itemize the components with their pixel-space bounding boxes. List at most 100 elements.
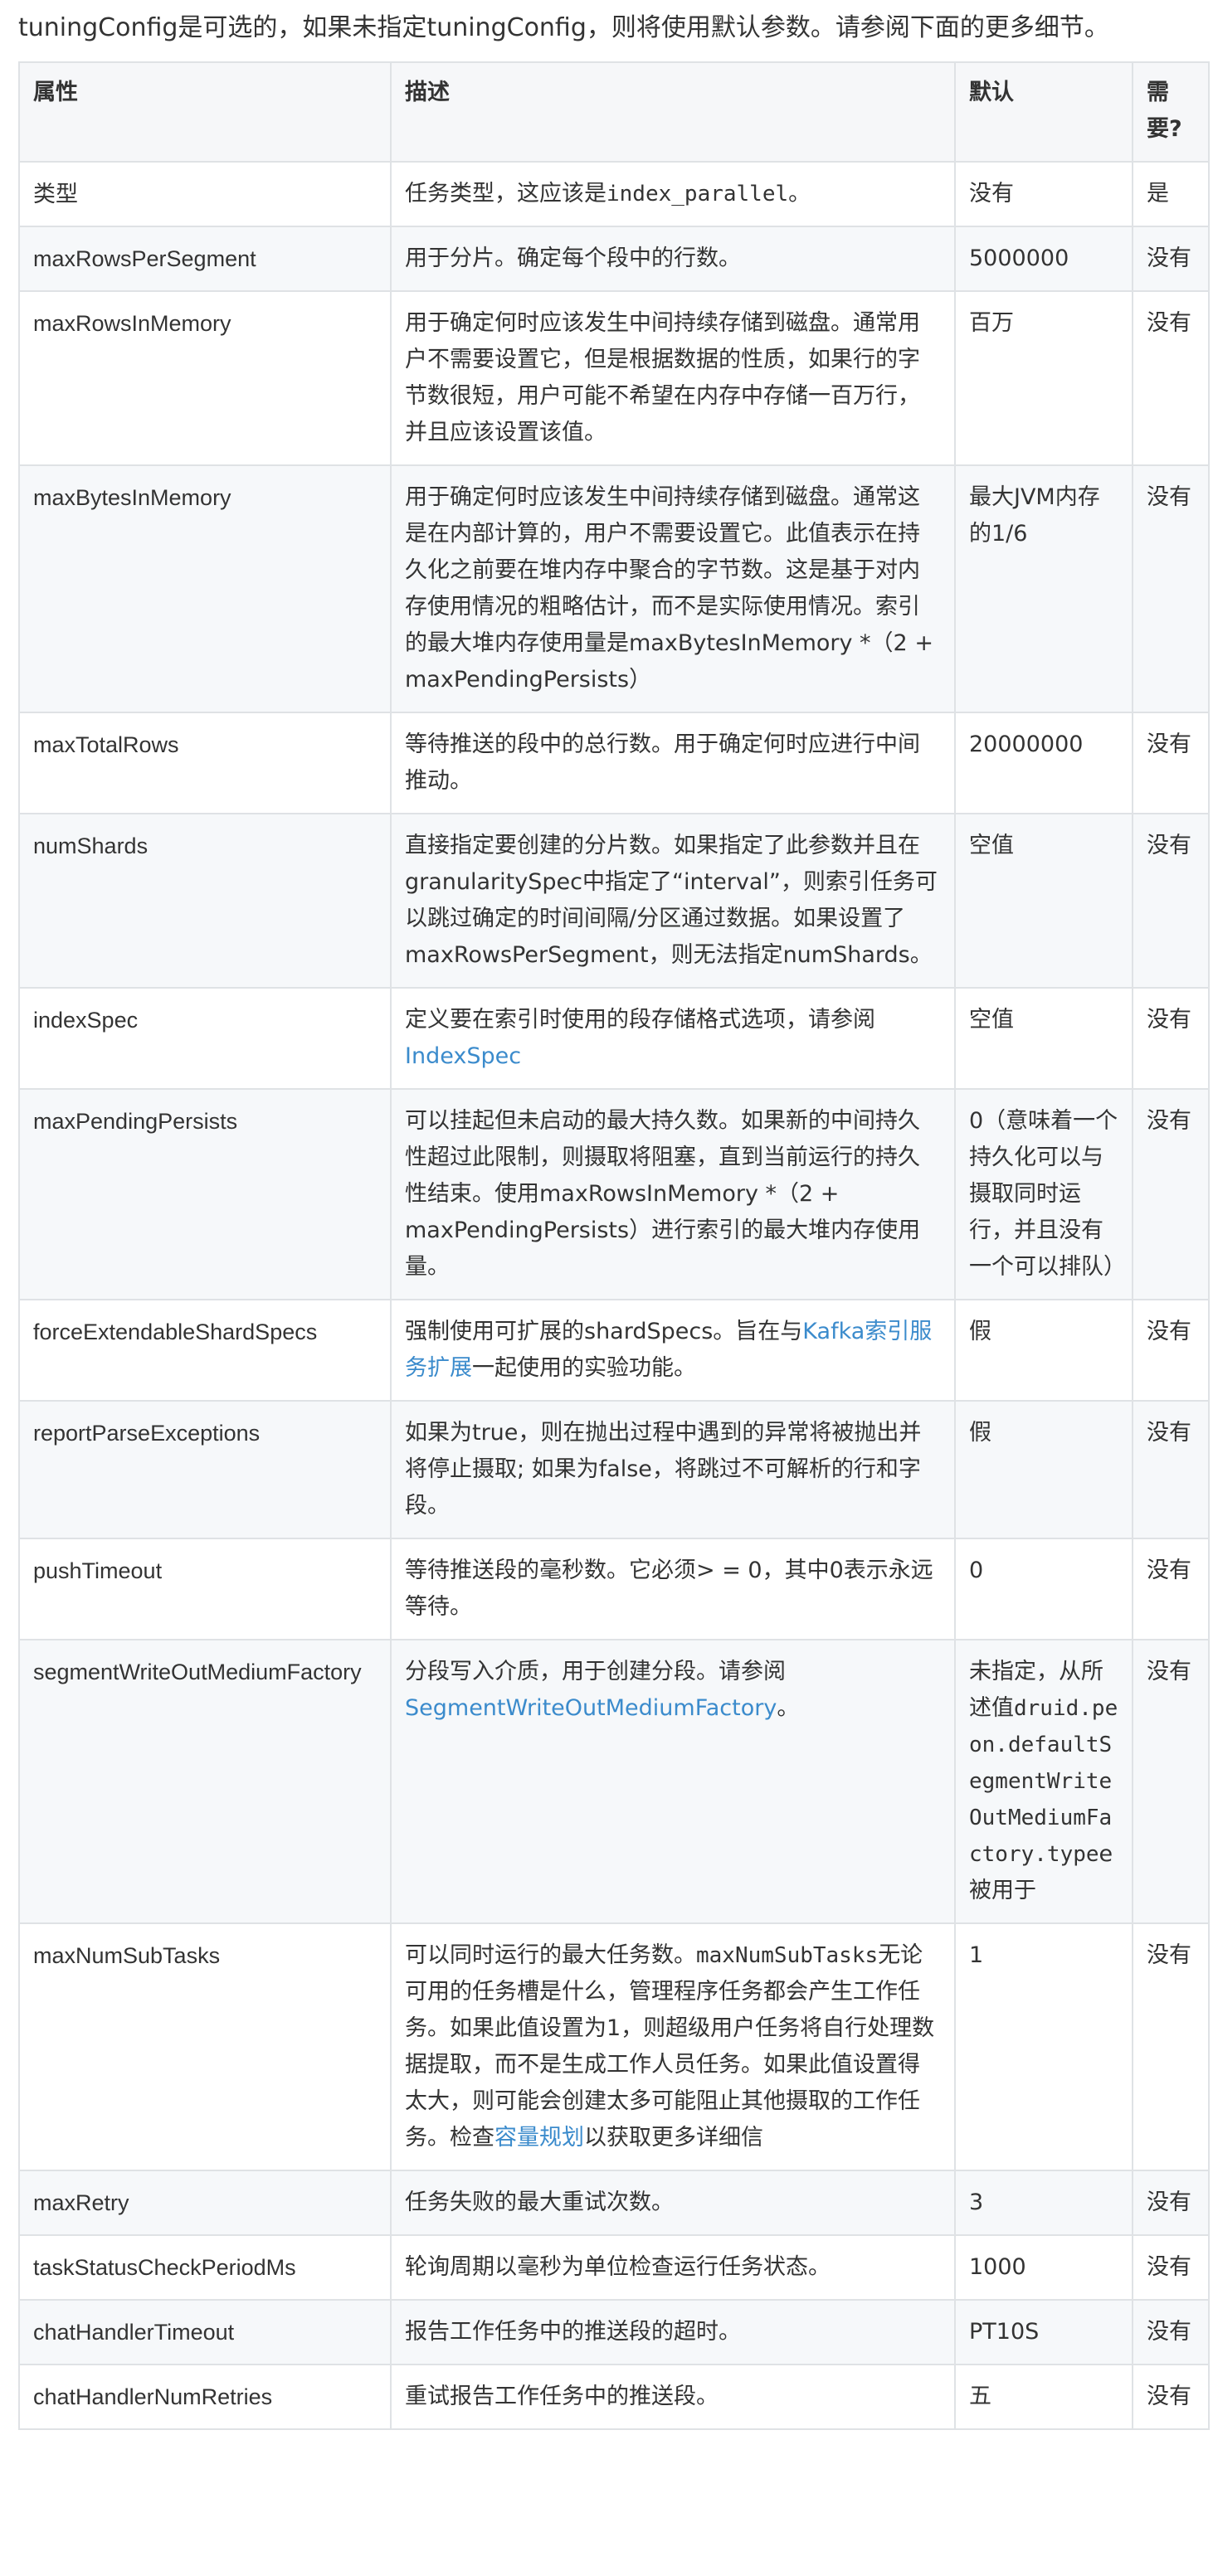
property-name: maxNumSubTasks [18, 1922, 392, 2171]
property-default: 假 [954, 1299, 1133, 1402]
property-name: pushTimeout [18, 1538, 392, 1640]
property-default: 20000000 [954, 712, 1133, 814]
property-default: 0 [954, 1538, 1133, 1640]
table-row: maxPendingPersists 可以挂起但未启动的最大持久数。如果新的中间… [18, 1088, 1210, 1300]
table-row: chatHandlerTimeout 报告工作任务中的推送段的超时。 PT10S… [18, 2299, 1210, 2365]
header-required: 需要? [1132, 61, 1210, 163]
property-name: taskStatusCheckPeriodMs [18, 2234, 392, 2301]
segment-write-out-medium-factory-link[interactable]: SegmentWriteOutMediumFactory [405, 1695, 777, 1721]
table-row: maxRowsInMemory 用于确定何时应该发生中间持续存储到磁盘。通常用户… [18, 290, 1210, 466]
table-row: 类型 任务类型，这应该是index_parallel。 没有 是 [18, 161, 1210, 227]
property-description: 任务类型，这应该是index_parallel。 [390, 161, 956, 227]
table-row: maxBytesInMemory 用于确定何时应该发生中间持续存储到磁盘。通常这… [18, 464, 1210, 713]
table-row: forceExtendableShardSpecs 强制使用可扩展的shardS… [18, 1299, 1210, 1402]
property-default: 最大JVM内存的1/6 [954, 464, 1133, 713]
description-text: 无论可用的任务槽是什么，管理程序任务都会产生工作任务。如果此值设置为1，则超级用… [405, 1942, 935, 2151]
inline-code: index_parallel [606, 182, 789, 207]
property-required: 没有 [1132, 987, 1210, 1090]
property-required: 是 [1132, 161, 1210, 227]
property-default: PT10S [954, 2299, 1133, 2365]
description-text: 任务类型，这应该是 [405, 181, 606, 207]
description-text: 一起使用的实验功能。 [472, 1355, 696, 1381]
property-name: chatHandlerNumRetries [18, 2364, 392, 2430]
inline-code: maxNumSubTasks [696, 1943, 879, 1968]
property-name: maxRetry [18, 2170, 392, 2236]
inline-code: druid.peon.defaultSegmentWriteOutMediumF… [969, 1696, 1118, 1867]
property-default: 1 [954, 1922, 1133, 2171]
description-text: 。 [788, 181, 811, 207]
intro-paragraph: tuningConfig是可选的，如果未指定tuningConfig，则将使用默… [18, 13, 1109, 42]
table-row: maxTotalRows 等待推送的段中的总行数。用于确定何时应进行中间推动。 … [18, 712, 1210, 814]
table-row: maxNumSubTasks 可以同时运行的最大任务数。maxNumSubTas… [18, 1922, 1210, 2171]
property-required: 没有 [1132, 813, 1210, 989]
header-description: 描述 [390, 61, 956, 163]
table-row: maxRetry 任务失败的最大重试次数。 3 没有 [18, 2170, 1210, 2236]
property-description: 直接指定要创建的分片数。如果指定了此参数并且在granularitySpec中指… [390, 813, 956, 989]
property-description: 用于分片。确定每个段中的行数。 [390, 226, 956, 292]
capacity-planning-link[interactable]: 容量规划 [494, 2125, 584, 2151]
property-name: forceExtendableShardSpecs [18, 1299, 392, 1402]
description-text: 。 [777, 1695, 800, 1721]
property-required: 没有 [1132, 1088, 1210, 1300]
table-row: chatHandlerNumRetries 重试报告工作任务中的推送段。 五 没… [18, 2364, 1210, 2430]
table-row: maxRowsPerSegment 用于分片。确定每个段中的行数。 500000… [18, 226, 1210, 292]
property-description: 强制使用可扩展的shardSpecs。旨在与Kafka索引服务扩展一起使用的实验… [390, 1299, 956, 1402]
property-name: maxRowsPerSegment [18, 226, 392, 292]
property-description: 等待推送段的毫秒数。它必须> = 0，其中0表示永远等待。 [390, 1538, 956, 1640]
description-text: 分段写入介质，用于创建分段。请参阅 [405, 1659, 786, 1684]
property-description: 轮询周期以毫秒为单位检查运行任务状态。 [390, 2234, 956, 2301]
property-name: maxTotalRows [18, 712, 392, 814]
property-description: 用于确定何时应该发生中间持续存储到磁盘。通常这是在内部计算的，用户不需要设置它。… [390, 464, 956, 713]
property-default: 空值 [954, 987, 1133, 1090]
table-row: taskStatusCheckPeriodMs 轮询周期以毫秒为单位检查运行任务… [18, 2234, 1210, 2301]
property-name: indexSpec [18, 987, 392, 1090]
property-description: 任务失败的最大重试次数。 [390, 2170, 956, 2236]
property-default: 没有 [954, 161, 1133, 227]
index-spec-link[interactable]: IndexSpec [405, 1043, 521, 1069]
property-description: 报告工作任务中的推送段的超时。 [390, 2299, 956, 2365]
property-name: maxPendingPersists [18, 1088, 392, 1300]
property-required: 没有 [1132, 2364, 1210, 2430]
property-description: 可以同时运行的最大任务数。maxNumSubTasks无论可用的任务槽是什么，管… [390, 1922, 956, 2171]
property-required: 没有 [1132, 464, 1210, 713]
table-row: indexSpec 定义要在索引时使用的段存储格式选项，请参阅 IndexSpec… [18, 987, 1210, 1090]
property-required: 没有 [1132, 1922, 1210, 2171]
property-required: 没有 [1132, 1400, 1210, 1539]
property-required: 没有 [1132, 1639, 1210, 1924]
property-name: numShards [18, 813, 392, 989]
property-description: 如果为true，则在抛出过程中遇到的异常将被抛出并将停止摄取; 如果为false… [390, 1400, 956, 1539]
description-text: 定义要在索引时使用的段存储格式选项，请参阅 [405, 1007, 875, 1033]
property-name: reportParseExceptions [18, 1400, 392, 1539]
property-required: 没有 [1132, 2299, 1210, 2365]
table-row: numShards 直接指定要创建的分片数。如果指定了此参数并且在granula… [18, 813, 1210, 989]
property-name: segmentWriteOutMediumFactory [18, 1639, 392, 1924]
header-property: 属性 [18, 61, 392, 163]
property-description: 定义要在索引时使用的段存储格式选项，请参阅 IndexSpec [390, 987, 956, 1090]
property-default: 1000 [954, 2234, 1133, 2301]
property-description: 用于确定何时应该发生中间持续存储到磁盘。通常用户不需要设置它，但是根据数据的性质… [390, 290, 956, 466]
property-description: 等待推送的段中的总行数。用于确定何时应进行中间推动。 [390, 712, 956, 814]
property-name: maxBytesInMemory [18, 464, 392, 713]
property-name: chatHandlerTimeout [18, 2299, 392, 2365]
property-required: 没有 [1132, 290, 1210, 466]
property-required: 没有 [1132, 226, 1210, 292]
property-description: 重试报告工作任务中的推送段。 [390, 2364, 956, 2430]
property-required: 没有 [1132, 1299, 1210, 1402]
property-required: 没有 [1132, 2170, 1210, 2236]
property-default: 未指定，从所述值druid.peon.defaultSegmentWriteOu… [954, 1639, 1133, 1924]
description-text: 强制使用可扩展的shardSpecs。旨在与 [405, 1319, 803, 1344]
document-page: tuningConfig是可选的，如果未指定tuningConfig，则将使用默… [0, 0, 1213, 2430]
property-default: 3 [954, 2170, 1133, 2236]
property-default: 五 [954, 2364, 1133, 2430]
property-default: 假 [954, 1400, 1133, 1539]
property-description: 分段写入介质，用于创建分段。请参阅 SegmentWriteOutMediumFa… [390, 1639, 956, 1924]
header-default: 默认 [954, 61, 1133, 163]
description-text: 可以同时运行的最大任务数。 [405, 1942, 696, 1968]
table-header-row: 属性 描述 默认 需要? [18, 61, 1210, 163]
table-row: segmentWriteOutMediumFactory 分段写入介质，用于创建… [18, 1639, 1210, 1924]
property-default: 百万 [954, 290, 1133, 466]
property-required: 没有 [1132, 2234, 1210, 2301]
property-required: 没有 [1132, 1538, 1210, 1640]
property-name: maxRowsInMemory [18, 290, 392, 466]
property-description: 可以挂起但未启动的最大持久数。如果新的中间持久性超过此限制，则摄取将阻塞，直到当… [390, 1088, 956, 1300]
